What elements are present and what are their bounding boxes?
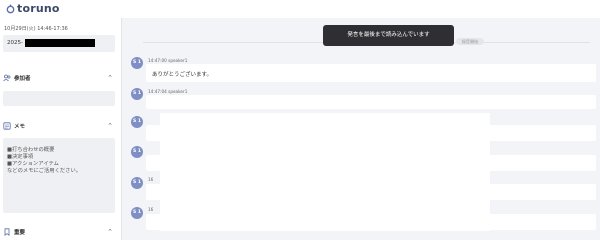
people-icon xyxy=(3,74,11,82)
speaker-avatar: S 1 xyxy=(131,146,143,158)
speaker-avatar: S 1 xyxy=(131,207,143,219)
speaker-avatar: S 1 xyxy=(131,177,143,189)
utterance-meta: 16 xyxy=(148,177,154,182)
memo-label: メモ xyxy=(14,124,26,130)
utterance-bubble[interactable] xyxy=(146,95,596,109)
redaction-block xyxy=(25,39,95,47)
chevron-up-icon[interactable]: ⌃ xyxy=(107,74,113,82)
bookmark-icon xyxy=(3,228,11,236)
speaker-avatar: S 1 xyxy=(131,57,143,69)
important-section-header[interactable]: 重要 ⌃ xyxy=(3,227,115,237)
meeting-title-prefix: 2025- xyxy=(7,40,23,46)
meeting-title-field[interactable]: 2025- xyxy=(3,35,115,52)
speaker-avatar: S 1 xyxy=(131,88,143,100)
chevron-up-icon[interactable]: ⌃ xyxy=(107,122,113,130)
participants-label: 参加者 xyxy=(14,76,31,82)
logo-text: toruno xyxy=(17,2,60,15)
memo-icon xyxy=(3,122,11,130)
utterance-bubble[interactable]: ありがとうございます。 xyxy=(146,64,596,82)
loading-toast: 発言を最後まで読み込んでいます xyxy=(323,25,454,46)
recording-status-chip[interactable]: 録音開始 xyxy=(456,38,484,45)
chevron-up-icon[interactable]: ⌃ xyxy=(107,228,113,236)
top-bar: toruno xyxy=(0,0,600,18)
utterance-text: ありがとうございます。 xyxy=(152,72,212,78)
memo-section-header[interactable]: メモ ⌃ xyxy=(3,121,115,131)
utterance-meta: 14:47:04 speaker1 xyxy=(148,89,188,94)
meeting-datetime: 10月29日(火) 14:46-17:36 xyxy=(4,26,68,32)
app-logo[interactable]: toruno xyxy=(6,2,60,15)
speaker-avatar: S 1 xyxy=(131,116,143,128)
redaction-overlay xyxy=(160,113,490,231)
memo-textarea[interactable]: ■打ち合わせの概要 ■決定事項 ■アクションアイテム などのメモにご活用ください… xyxy=(3,138,115,213)
logo-icon xyxy=(6,4,15,14)
utterance-meta: 16 xyxy=(148,207,154,212)
important-label: 重要 xyxy=(14,230,26,236)
participants-field[interactable] xyxy=(3,91,115,106)
participants-section-header[interactable]: 参加者 ⌃ xyxy=(3,73,115,83)
utterance-meta: 14:47:00 speaker1 xyxy=(148,58,188,63)
memo-placeholder-line: などのメモにご活用ください。 xyxy=(7,168,82,174)
